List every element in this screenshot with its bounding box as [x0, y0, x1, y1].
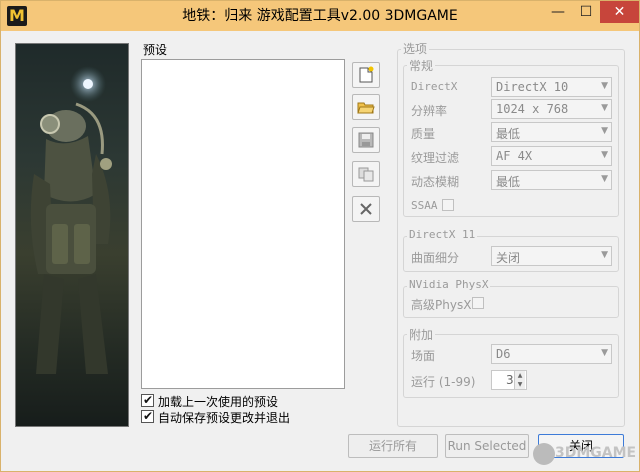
load-last-label: 加载上一次使用的预设 — [158, 395, 279, 409]
close-window-button[interactable]: ✕ — [600, 1, 639, 23]
motion-blur-value: 最低 — [496, 175, 521, 189]
autosave-preset-checkbox[interactable]: ✔ 自动保存预设更改并退出 — [141, 409, 341, 425]
autosave-label: 自动保存预设更改并退出 — [158, 411, 291, 425]
presets-label: 预设 — [143, 43, 168, 57]
save-preset-button[interactable] — [352, 127, 380, 153]
directx-value: DirectX 10 — [496, 80, 569, 94]
new-preset-button[interactable] — [352, 62, 380, 88]
chevron-down-icon: ▼ — [601, 250, 608, 260]
load-last-preset-checkbox[interactable]: ✔ 加载上一次使用的预设 — [141, 393, 341, 409]
run-all-button[interactable]: 运行所有 — [348, 434, 438, 458]
checkmark-icon: ✔ — [143, 409, 154, 423]
preset-list[interactable] — [141, 59, 345, 389]
advanced-physx-checkbox[interactable] — [472, 297, 484, 309]
open-folder-icon — [357, 102, 375, 114]
texture-filter-select[interactable]: AF 4X ▼ — [491, 146, 612, 166]
quality-label: 质量 — [411, 127, 436, 141]
physx-title: NVidia PhysX — [407, 278, 491, 291]
new-icon — [359, 66, 374, 83]
autosave-checkbox-box[interactable]: ✔ — [141, 409, 154, 423]
runs-spinner[interactable]: 3 ▲ ▼ — [491, 370, 527, 390]
chevron-down-icon: ▼ — [601, 103, 608, 113]
watermark: 3DMGAME — [531, 441, 637, 469]
app-window: M 地铁：归来 游戏配置工具v2.00 3DMGAME — ☐ ✕ 预设 ✔ 加… — [0, 0, 640, 472]
game-artwork — [15, 43, 129, 427]
resolution-value: 1024 x 768 — [496, 102, 569, 116]
maximize-button[interactable]: ☐ — [572, 1, 600, 23]
increment-icon[interactable]: ▲ — [514, 371, 525, 380]
motion-blur-label: 动态模糊 — [411, 175, 460, 189]
diver-illustration — [30, 66, 112, 374]
chevron-down-icon: ▼ — [601, 150, 608, 160]
watermark-logo-icon — [533, 443, 555, 465]
advanced-physx-label: 高级PhysX — [411, 298, 472, 312]
motion-blur-select[interactable]: 最低 ▼ — [491, 170, 612, 190]
copy-preset-button[interactable] — [352, 161, 380, 187]
general-title: 常规 — [407, 57, 436, 74]
chevron-down-icon: ▼ — [601, 348, 608, 358]
directx-select[interactable]: DirectX 10 ▼ — [491, 77, 612, 97]
save-icon — [358, 132, 374, 148]
chevron-down-icon: ▼ — [601, 81, 608, 91]
watermark-text: 3DMGAME — [555, 445, 637, 461]
checkmark-icon: ✔ — [143, 393, 154, 407]
scene-value: D6 — [496, 347, 511, 361]
ssaa-label: SSAA — [411, 199, 438, 212]
quality-select[interactable]: 最低 ▼ — [491, 122, 612, 142]
scene-label: 场面 — [411, 349, 436, 363]
texture-filter-value: AF 4X — [496, 149, 533, 163]
runs-value: 3 — [506, 373, 514, 387]
extra-title: 附加 — [407, 326, 436, 343]
copy-icon — [358, 167, 374, 182]
tessellation-value: 关闭 — [496, 251, 521, 265]
decrement-icon[interactable]: ▼ — [514, 380, 525, 389]
quality-value: 最低 — [496, 127, 521, 141]
resolution-select[interactable]: 1024 x 768 ▼ — [491, 99, 612, 119]
chevron-down-icon: ▼ — [601, 174, 608, 184]
tessellation-select[interactable]: 关闭 ▼ — [491, 246, 612, 266]
title-bar[interactable]: M 地铁：归来 游戏配置工具v2.00 3DMGAME — ☐ ✕ — [1, 1, 639, 31]
chevron-down-icon: ▼ — [601, 126, 608, 136]
tessellation-label: 曲面细分 — [411, 251, 460, 265]
runs-label: 运行 (1-99) — [411, 375, 476, 389]
run-selected-button[interactable]: Run Selected — [445, 434, 529, 458]
delete-icon — [360, 203, 372, 215]
texture-filter-label: 纹理过滤 — [411, 151, 460, 165]
delete-preset-button[interactable] — [352, 196, 380, 222]
dx11-title: DirectX 11 — [407, 228, 478, 241]
ssaa-checkbox[interactable] — [442, 199, 454, 211]
scene-select[interactable]: D6 ▼ — [491, 344, 612, 364]
open-preset-button[interactable] — [352, 94, 380, 120]
resolution-label: 分辨率 — [411, 104, 448, 118]
directx-label: DirectX — [411, 80, 458, 93]
load-last-checkbox-box[interactable]: ✔ — [141, 393, 154, 407]
minimize-button[interactable]: — — [544, 1, 572, 23]
options-title: 选项 — [401, 40, 430, 57]
